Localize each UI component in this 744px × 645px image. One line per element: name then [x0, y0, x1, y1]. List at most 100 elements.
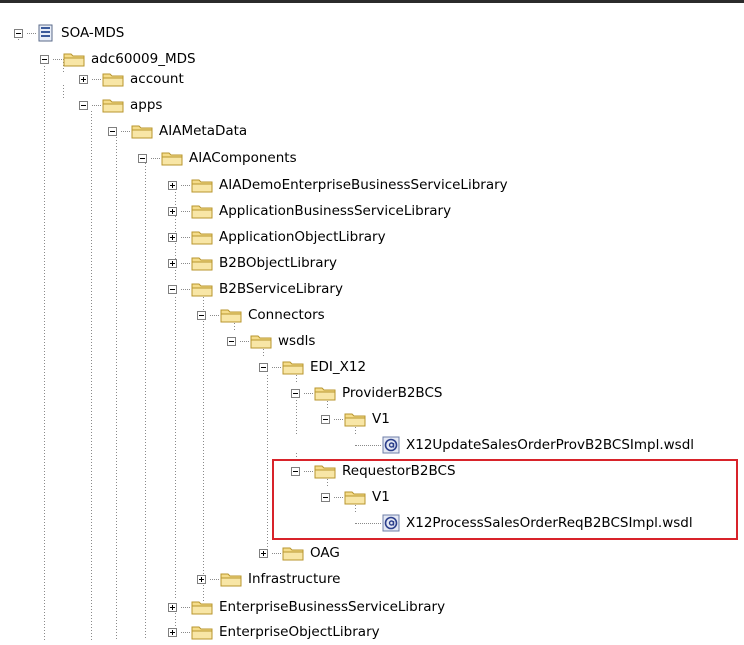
folder-icon [220, 309, 242, 323]
tree-node-application-object-library[interactable]: ApplicationObjectLibrary [168, 224, 386, 250]
tree-connector [53, 58, 62, 60]
tree-connector [121, 130, 130, 132]
folder-icon [314, 465, 336, 479]
tree-node-requestor-v1[interactable]: V1 [321, 484, 390, 510]
tree-node-apps[interactable]: apps [79, 92, 162, 118]
tree-node-aiametadata[interactable]: AIAMetaData [108, 118, 247, 144]
expand-toggle-icon[interactable] [197, 574, 206, 584]
collapse-toggle-icon[interactable] [79, 100, 88, 110]
expand-toggle-icon[interactable] [168, 206, 177, 216]
tree-node-label: V1 [372, 489, 390, 505]
tree-connector [334, 496, 343, 498]
collapse-toggle-icon[interactable] [259, 362, 268, 372]
tree-connector [210, 578, 219, 580]
tree-node-requestor-b2bcs[interactable]: RequestorB2BCS [291, 458, 456, 484]
expand-toggle-icon[interactable] [168, 258, 177, 268]
tree-node-soa-mds[interactable]: SOA-MDS [14, 20, 124, 46]
tree-connector [181, 288, 190, 290]
tree-node-provider-v1[interactable]: V1 [321, 406, 390, 432]
tree-node-application-bs-library[interactable]: ApplicationBusinessServiceLibrary [168, 198, 451, 224]
tree-node-label: X12ProcessSalesOrderReqB2BCSImpl.wsdl [406, 515, 693, 531]
wsdl-file-icon [382, 436, 400, 454]
tree-node-edi-x12[interactable]: EDI_X12 [259, 354, 366, 380]
tree-connector [355, 444, 381, 446]
collapse-toggle-icon[interactable] [291, 388, 300, 398]
collapse-toggle-icon[interactable] [291, 466, 300, 476]
tree-connector [334, 418, 343, 420]
folder-icon [250, 335, 272, 349]
tree-node-provider-b2bcs[interactable]: ProviderB2BCS [291, 380, 442, 406]
tree-connector [181, 262, 190, 264]
tree-node-label: EnterpriseBusinessServiceLibrary [219, 599, 446, 615]
tree-connector [181, 631, 190, 633]
tree-node-label: B2BObjectLibrary [219, 255, 338, 271]
tree-connector [181, 184, 190, 186]
collapse-toggle-icon[interactable] [168, 284, 177, 294]
tree-node-infrastructure[interactable]: Infrastructure [197, 566, 340, 592]
tree-node-oag[interactable]: OAG [259, 540, 340, 566]
tree-node-label: EnterpriseObjectLibrary [219, 624, 380, 640]
tree-node-b2b-object-library[interactable]: B2BObjectLibrary [168, 250, 337, 276]
tree-connector [304, 392, 313, 394]
expand-toggle-icon[interactable] [168, 232, 177, 242]
folder-icon [102, 73, 124, 87]
folder-icon [191, 626, 213, 640]
folder-icon [191, 231, 213, 245]
expand-toggle-icon[interactable] [168, 180, 177, 190]
tree-connector [272, 552, 281, 554]
tree-connector [181, 236, 190, 238]
tree-node-update-sales-order-wsdl[interactable]: X12UpdateSalesOrderProvB2BCSImpl.wsdl [355, 432, 694, 458]
tree-node-label: EDI_X12 [310, 359, 367, 375]
tree-node-label: Connectors [248, 307, 325, 323]
tree-node-label: X12UpdateSalesOrderProvB2BCSImpl.wsdl [406, 437, 695, 453]
tree-node-label: ProviderB2BCS [342, 385, 443, 401]
folder-icon [344, 491, 366, 505]
tree-node-account[interactable]: account [79, 66, 184, 92]
tree-node-b2b-service-library[interactable]: B2BServiceLibrary [168, 276, 343, 302]
tree-node-label: AIADemoEnterpriseBusinessServiceLibrary [219, 177, 508, 193]
tree-node-label: OAG [310, 545, 340, 561]
folder-icon [191, 257, 213, 271]
folder-icon [191, 205, 213, 219]
tree-connector [181, 606, 190, 608]
mds-tree-view[interactable]: SOA-MDS adc60009_MDS account apps AIAMet… [0, 0, 744, 640]
collapse-toggle-icon[interactable] [14, 28, 23, 38]
tree-node-connectors[interactable]: Connectors [197, 302, 325, 328]
collapse-toggle-icon[interactable] [321, 414, 330, 424]
tree-node-label: ApplicationBusinessServiceLibrary [219, 203, 452, 219]
tree-node-label: SOA-MDS [61, 25, 125, 41]
collapse-toggle-icon[interactable] [40, 54, 49, 64]
wsdl-file-icon [382, 514, 400, 532]
tree-node-wsdls[interactable]: wsdls [227, 328, 315, 354]
folder-icon [220, 573, 242, 587]
tree-node-label: B2BServiceLibrary [219, 281, 343, 297]
tree-node-enterprise-object-library[interactable]: EnterpriseObjectLibrary [168, 619, 380, 645]
expand-toggle-icon[interactable] [259, 548, 268, 558]
tree-node-label: RequestorB2BCS [342, 463, 456, 479]
expand-toggle-icon[interactable] [168, 602, 177, 612]
tree-node-label: ApplicationObjectLibrary [219, 229, 386, 245]
tree-node-aiademo-ebs-library[interactable]: AIADemoEnterpriseBusinessServiceLibrary [168, 172, 508, 198]
folder-icon [314, 387, 336, 401]
folder-icon [191, 601, 213, 615]
tree-node-process-sales-order-wsdl[interactable]: X12ProcessSalesOrderReqB2BCSImpl.wsdl [355, 510, 693, 536]
collapse-toggle-icon[interactable] [197, 310, 206, 320]
collapse-toggle-icon[interactable] [138, 153, 147, 163]
tree-node-aiacomponents[interactable]: AIAComponents [138, 145, 297, 171]
tree-node-label: apps [130, 97, 163, 113]
tree-node-label: wsdls [278, 333, 316, 349]
collapse-toggle-icon[interactable] [227, 336, 236, 346]
tree-node-label: AIAMetaData [159, 123, 248, 139]
folder-icon [282, 361, 304, 375]
expand-toggle-icon[interactable] [79, 74, 88, 84]
database-icon [38, 24, 53, 42]
tree-connector [92, 104, 101, 106]
tree-connector [151, 157, 160, 159]
tree-connector [92, 78, 101, 80]
collapse-toggle-icon[interactable] [321, 492, 330, 502]
collapse-toggle-icon[interactable] [108, 126, 117, 136]
tree-connector [355, 522, 381, 524]
folder-icon [191, 179, 213, 193]
expand-toggle-icon[interactable] [168, 627, 177, 637]
tree-node-enterprise-bs-library[interactable]: EnterpriseBusinessServiceLibrary [168, 594, 445, 620]
